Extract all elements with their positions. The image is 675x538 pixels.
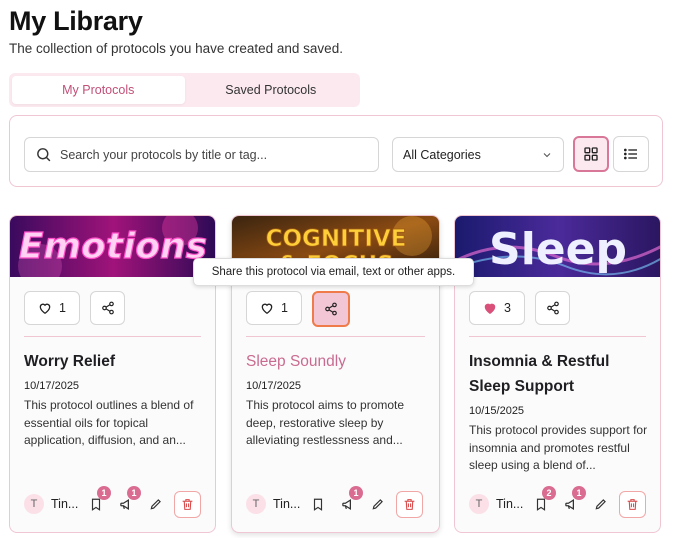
author-name: Tin... (51, 497, 79, 511)
edit-button[interactable] (366, 492, 390, 516)
trash-icon (182, 498, 193, 510)
like-button[interactable]: 1 (246, 291, 302, 325)
library-tabs: My Protocols Saved Protocols (9, 73, 360, 107)
avatar: T (24, 494, 44, 514)
divider (246, 336, 425, 337)
like-count: 3 (504, 301, 511, 315)
banner-text: Emotions (19, 226, 207, 267)
card-title[interactable]: Sleep Soundly (246, 349, 431, 374)
heart-icon (261, 303, 273, 315)
card-date: 10/15/2025 (469, 405, 525, 417)
search-icon (37, 148, 51, 162)
grid-view-button[interactable] (573, 136, 609, 172)
pencil-icon (595, 499, 606, 510)
author-name: Tin... (273, 497, 301, 511)
delete-button[interactable] (396, 490, 423, 518)
divider (469, 336, 646, 337)
trash-icon (627, 498, 638, 510)
card-date: 10/17/2025 (24, 380, 80, 392)
announce-badge: 1 (572, 486, 586, 500)
like-count: 1 (281, 301, 288, 315)
list-icon (624, 148, 637, 160)
share-icon (546, 301, 559, 315)
share-icon (101, 301, 114, 315)
trash-icon (404, 498, 415, 510)
like-button[interactable]: 3 (469, 291, 525, 325)
search-input[interactable] (60, 147, 360, 162)
tab-saved-protocols[interactable]: Saved Protocols (185, 76, 358, 104)
announce-badge: 1 (127, 486, 141, 500)
card-banner-emotions: Emotions (10, 216, 215, 277)
filter-bar: All Categories (9, 115, 663, 187)
bookmark-icon (313, 498, 323, 511)
card-title[interactable]: Worry Relief (24, 349, 207, 374)
banner-text: Sleep (489, 224, 627, 275)
card-date: 10/17/2025 (246, 380, 302, 392)
banner-text-line1: COGNITIVE (266, 226, 407, 252)
announce-button[interactable]: 1 (114, 486, 141, 516)
share-button[interactable] (535, 291, 570, 325)
announce-button[interactable]: 1 (559, 486, 586, 516)
share-icon (325, 302, 337, 316)
page-subtitle: The collection of protocols you have cre… (9, 41, 343, 56)
delete-button[interactable] (619, 490, 646, 518)
card-title[interactable]: Insomnia & Restful Sleep Support (469, 349, 652, 399)
edit-button[interactable] (144, 492, 168, 516)
like-button[interactable]: 1 (24, 291, 80, 325)
share-button[interactable] (90, 291, 125, 325)
like-count: 1 (59, 301, 66, 315)
pencil-icon (150, 499, 161, 510)
avatar: T (469, 494, 489, 514)
protocol-card[interactable]: Emotions 1 Worry Relief 10/17/2025 This … (9, 215, 216, 533)
grid-icon (584, 147, 598, 161)
heart-icon (39, 303, 51, 315)
card-description: This protocol outlines a blend of essent… (24, 398, 194, 447)
category-select-value: All Categories (403, 147, 481, 162)
bookmark-badge: 2 (542, 486, 556, 500)
share-tooltip: Share this protocol via email, text or o… (193, 258, 474, 286)
search-box[interactable] (24, 137, 379, 172)
announce-button[interactable]: 1 (336, 486, 363, 516)
edit-button[interactable] (589, 492, 613, 516)
tab-my-protocols[interactable]: My Protocols (12, 76, 185, 104)
divider (24, 336, 201, 337)
chevron-down-icon (543, 152, 551, 157)
author-name: Tin... (496, 497, 524, 511)
list-view-button[interactable] (613, 136, 649, 172)
bookmark-badge: 1 (97, 486, 111, 500)
page-title: My Library (9, 6, 143, 36)
announce-badge: 1 (349, 486, 363, 500)
bookmark-button[interactable]: 1 (84, 486, 111, 516)
pencil-icon (372, 499, 383, 510)
card-description: This protocol aims to promote deep, rest… (246, 398, 405, 447)
protocol-card[interactable]: Sleep 3 Insomnia & Restful Sleep Support… (454, 215, 661, 533)
bookmark-button[interactable] (306, 492, 330, 516)
card-description: This protocol provides support for insom… (469, 423, 648, 472)
card-banner-sleep: Sleep (455, 216, 660, 277)
avatar: T (246, 494, 266, 514)
heart-filled-icon (484, 303, 496, 314)
delete-button[interactable] (174, 490, 201, 518)
category-select[interactable]: All Categories (392, 137, 564, 172)
share-button[interactable] (312, 291, 350, 327)
bookmark-button[interactable]: 2 (529, 486, 556, 516)
